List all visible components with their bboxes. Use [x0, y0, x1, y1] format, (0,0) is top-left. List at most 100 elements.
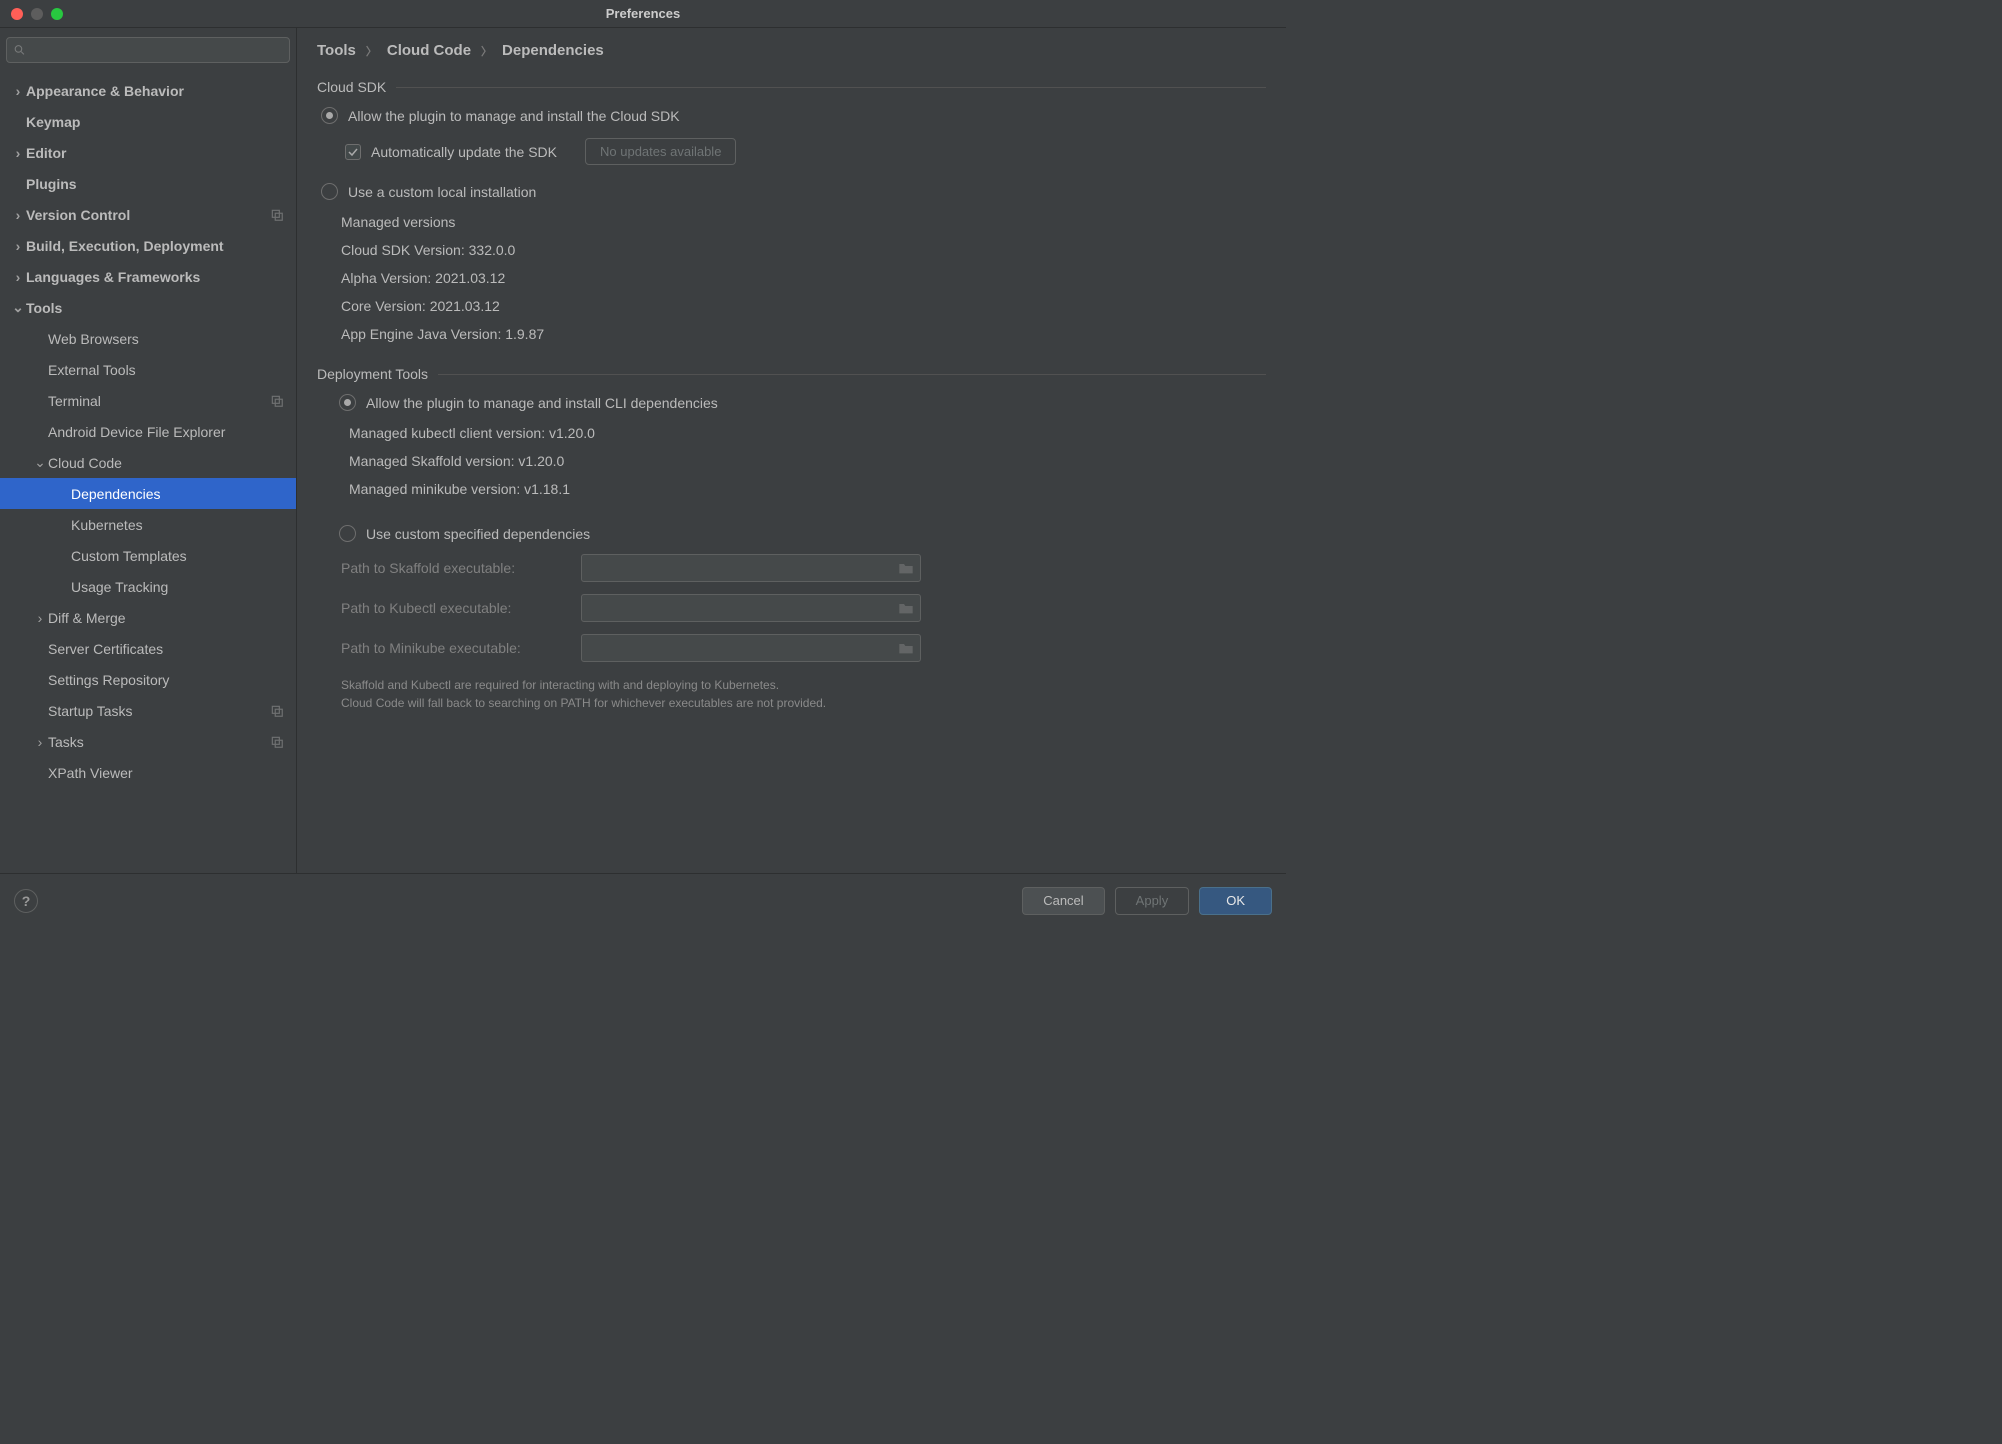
breadcrumb-cloud-code[interactable]: Cloud Code	[387, 42, 471, 59]
sidebar-item-label: Kubernetes	[71, 517, 143, 533]
sidebar-item-label: Plugins	[26, 176, 77, 192]
search-input[interactable]	[6, 37, 290, 63]
sidebar-item-label: Startup Tasks	[48, 703, 133, 719]
section-cloud-sdk-title: Cloud SDK	[317, 79, 386, 95]
path-kubectl-input[interactable]	[581, 594, 921, 622]
path-minikube-field[interactable]	[588, 641, 898, 656]
chevron-right-icon: ›	[10, 83, 26, 99]
footer: ? Cancel Apply OK	[0, 873, 1286, 927]
help-button[interactable]: ?	[14, 889, 38, 913]
sidebar-item-tools[interactable]: ⌄Tools	[0, 292, 296, 323]
close-window-button[interactable]	[11, 8, 23, 20]
sidebar-item-languages-frameworks[interactable]: ›Languages & Frameworks	[0, 261, 296, 292]
project-settings-icon	[270, 394, 284, 408]
maximize-window-button[interactable]	[51, 8, 63, 20]
ok-button[interactable]: OK	[1199, 887, 1272, 915]
folder-icon[interactable]	[898, 601, 914, 615]
chevron-right-icon: ›	[32, 734, 48, 750]
sidebar-item-label: XPath Viewer	[48, 765, 133, 781]
path-minikube-row: Path to Minikube executable:	[341, 634, 1266, 662]
titlebar: Preferences	[0, 0, 1286, 28]
checkbox-auto-update[interactable]	[345, 144, 361, 160]
sidebar-item-terminal[interactable]: Terminal	[0, 385, 296, 416]
path-skaffold-input[interactable]	[581, 554, 921, 582]
cancel-button[interactable]: Cancel	[1022, 887, 1104, 915]
radio-sdk-managed[interactable]	[321, 107, 338, 124]
sidebar-item-label: Settings Repository	[48, 672, 169, 688]
sidebar-item-appearance-behavior[interactable]: ›Appearance & Behavior	[0, 75, 296, 106]
chevron-right-icon: ›	[10, 238, 26, 254]
path-skaffold-label: Path to Skaffold executable:	[341, 560, 561, 576]
managed-kubectl: Managed kubectl client version: v1.20.0	[349, 419, 1266, 447]
sidebar-item-version-control[interactable]: ›Version Control	[0, 199, 296, 230]
divider	[438, 374, 1266, 375]
search-icon	[13, 43, 26, 57]
sidebar-item-label: Version Control	[26, 207, 130, 223]
sidebar-item-usage-tracking[interactable]: Usage Tracking	[0, 571, 296, 602]
sidebar-item-editor[interactable]: ›Editor	[0, 137, 296, 168]
sidebar-item-external-tools[interactable]: External Tools	[0, 354, 296, 385]
path-skaffold-field[interactable]	[588, 561, 898, 576]
section-deployment-title: Deployment Tools	[317, 366, 428, 382]
folder-icon[interactable]	[898, 561, 914, 575]
breadcrumb-tools[interactable]: Tools	[317, 42, 356, 59]
radio-sdk-custom[interactable]	[321, 183, 338, 200]
sidebar-item-diff-merge[interactable]: ›Diff & Merge	[0, 602, 296, 633]
path-kubectl-field[interactable]	[588, 601, 898, 616]
radio-sdk-custom-label: Use a custom local installation	[348, 184, 536, 200]
sidebar-item-settings-repository[interactable]: Settings Repository	[0, 664, 296, 695]
radio-cli-managed[interactable]	[339, 394, 356, 411]
window-controls	[0, 8, 63, 20]
sidebar-item-label: Tools	[26, 300, 62, 316]
breadcrumb-dependencies: Dependencies	[502, 42, 604, 59]
chevron-down-icon: ⌄	[10, 299, 26, 316]
chevron-right-icon: 〉	[481, 43, 492, 59]
sidebar-item-dependencies[interactable]: Dependencies	[0, 478, 296, 509]
chevron-down-icon: ⌄	[32, 454, 48, 471]
sidebar-item-plugins[interactable]: Plugins	[0, 168, 296, 199]
sidebar-item-label: Build, Execution, Deployment	[26, 238, 224, 254]
radio-cli-managed-row[interactable]: Allow the plugin to manage and install C…	[339, 394, 1266, 411]
settings-tree: ›Appearance & BehaviorKeymap›EditorPlugi…	[0, 71, 296, 873]
sidebar-item-label: Dependencies	[71, 486, 161, 502]
managed-minikube: Managed minikube version: v1.18.1	[349, 475, 1266, 503]
radio-sdk-managed-label: Allow the plugin to manage and install t…	[348, 108, 680, 124]
apply-button[interactable]: Apply	[1115, 887, 1190, 915]
managed-versions-block: Managed versions Cloud SDK Version: 332.…	[341, 208, 1266, 348]
path-minikube-input[interactable]	[581, 634, 921, 662]
sidebar-item-label: Server Certificates	[48, 641, 163, 657]
sidebar-item-label: Cloud Code	[48, 455, 122, 471]
radio-cli-custom-row[interactable]: Use custom specified dependencies	[339, 525, 1266, 542]
sidebar-item-build-execution-deployment[interactable]: ›Build, Execution, Deployment	[0, 230, 296, 261]
sidebar-item-cloud-code[interactable]: ⌄Cloud Code	[0, 447, 296, 478]
radio-sdk-managed-row[interactable]: Allow the plugin to manage and install t…	[321, 107, 1266, 124]
sidebar-item-custom-templates[interactable]: Custom Templates	[0, 540, 296, 571]
path-kubectl-label: Path to Kubectl executable:	[341, 600, 561, 616]
search-field[interactable]	[30, 43, 283, 58]
sidebar-item-label: Android Device File Explorer	[48, 424, 225, 440]
hint-line-1: Skaffold and Kubectl are required for in…	[341, 676, 1266, 694]
sidebar-item-xpath-viewer[interactable]: XPath Viewer	[0, 757, 296, 788]
radio-cli-custom[interactable]	[339, 525, 356, 542]
sidebar-item-keymap[interactable]: Keymap	[0, 106, 296, 137]
chevron-right-icon: ›	[10, 207, 26, 223]
sidebar-item-android-device-file-explorer[interactable]: Android Device File Explorer	[0, 416, 296, 447]
main: ›Appearance & BehaviorKeymap›EditorPlugi…	[0, 28, 1286, 873]
folder-icon[interactable]	[898, 641, 914, 655]
sidebar-item-label: Tasks	[48, 734, 84, 750]
alpha-version: Alpha Version: 2021.03.12	[341, 264, 1266, 292]
sidebar-item-server-certificates[interactable]: Server Certificates	[0, 633, 296, 664]
breadcrumb: Tools 〉 Cloud Code 〉 Dependencies	[297, 28, 1286, 69]
project-settings-icon	[270, 208, 284, 222]
sidebar-item-tasks[interactable]: ›Tasks	[0, 726, 296, 757]
sidebar-item-label: Languages & Frameworks	[26, 269, 200, 285]
section-cloud-sdk-header: Cloud SDK	[317, 79, 1266, 95]
sidebar-item-startup-tasks[interactable]: Startup Tasks	[0, 695, 296, 726]
hint-line-2: Cloud Code will fall back to searching o…	[341, 694, 1266, 712]
sidebar-item-kubernetes[interactable]: Kubernetes	[0, 509, 296, 540]
sidebar-item-label: Appearance & Behavior	[26, 83, 184, 99]
managed-versions-label: Managed versions	[341, 208, 1266, 236]
sidebar-item-web-browsers[interactable]: Web Browsers	[0, 323, 296, 354]
radio-sdk-custom-row[interactable]: Use a custom local installation	[321, 183, 1266, 200]
minimize-window-button[interactable]	[31, 8, 43, 20]
